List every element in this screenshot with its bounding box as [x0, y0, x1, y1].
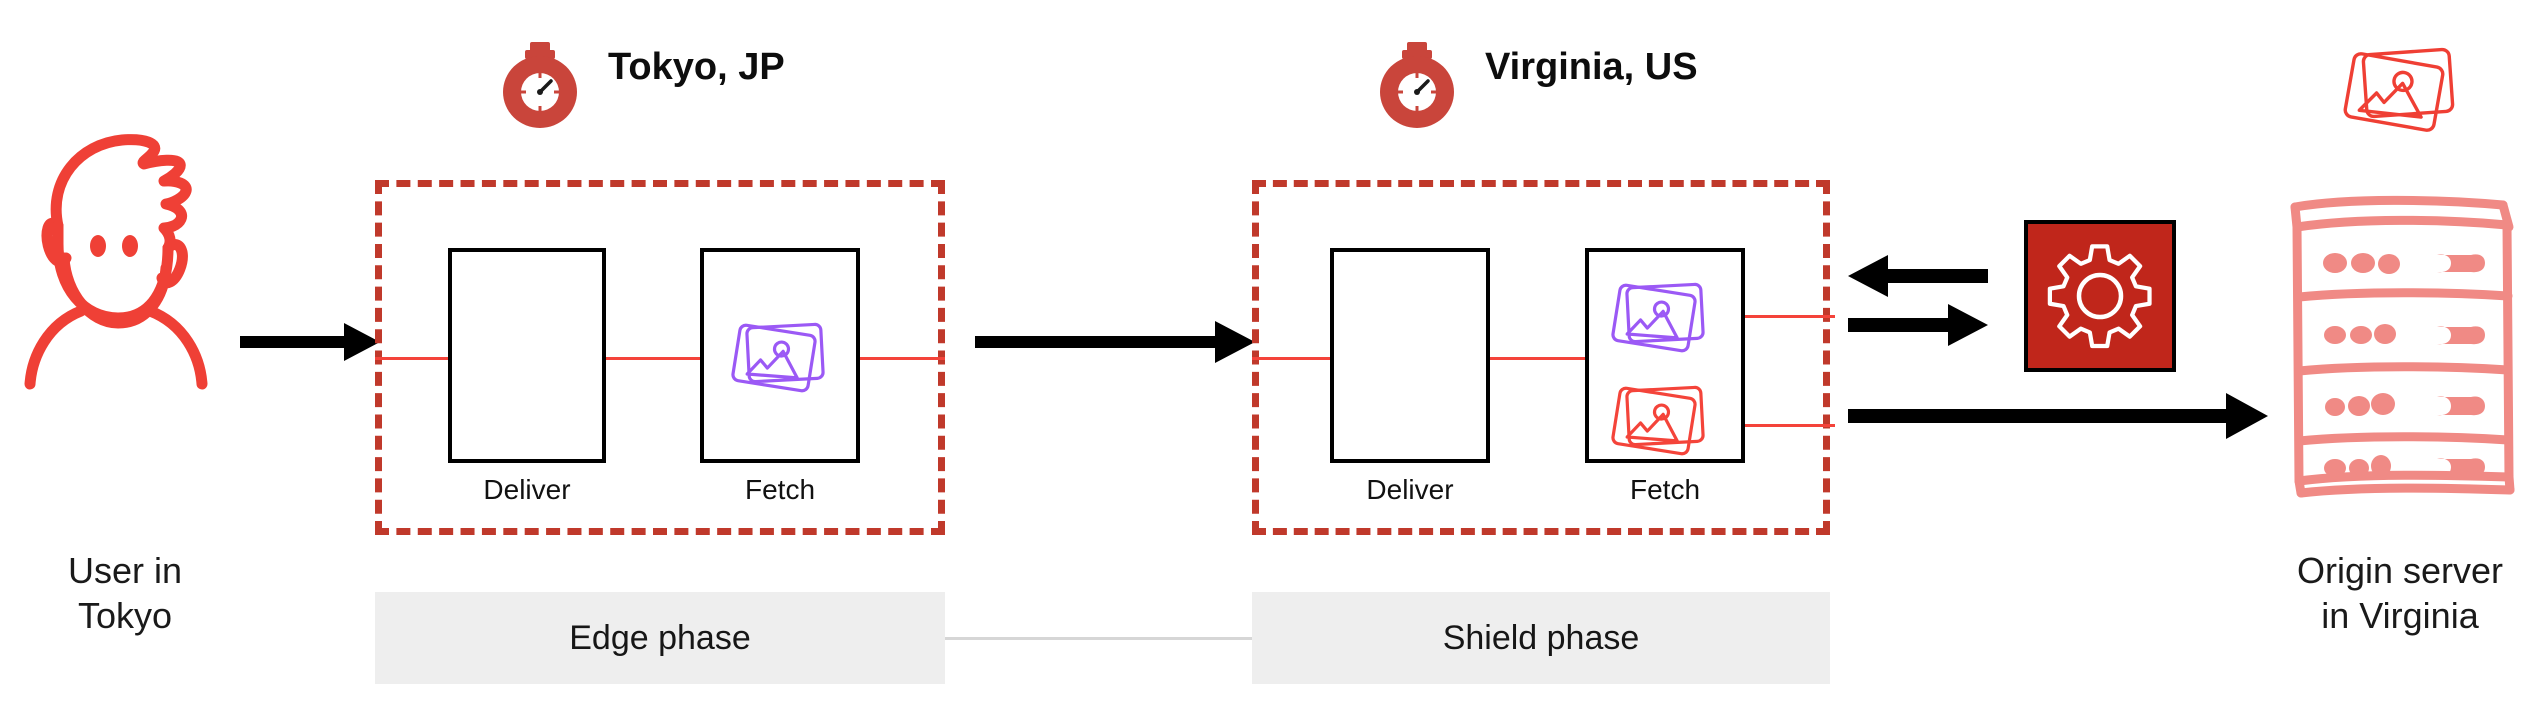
phase-bar-shield: Shield phase: [1252, 592, 1830, 684]
server-rack-icon: [2287, 185, 2519, 503]
wire-virginia-out-upper: [1745, 315, 1835, 318]
node-box-tokyo-deliver: [448, 248, 606, 463]
node-label-tokyo-fetch: Fetch: [744, 474, 816, 505]
image-stack-icon-red: [1608, 375, 1712, 467]
phase-label-edge: Edge phase: [569, 618, 751, 657]
wire-virginia-in: [1252, 357, 1332, 360]
phase-bar-edge: Edge phase: [375, 592, 945, 684]
image-stack-icon-purple: [728, 312, 832, 404]
region-title-virginia: Virginia, US: [1485, 46, 1698, 88]
phase-connector: [945, 637, 1252, 640]
wire-virginia-out-lower: [1745, 424, 1835, 427]
user-caption: User in Tokyo: [67, 550, 183, 636]
stopwatch-icon: [1374, 42, 1460, 128]
arrow-optimizer-in: [1848, 302, 1988, 348]
wire-virginia-mid: [1490, 357, 1585, 360]
image-stack-icon-purple: [1608, 272, 1712, 364]
arrow-user-to-edge: [240, 317, 380, 367]
user-avatar-icon: [18, 118, 238, 390]
arrow-edge-to-shield: [975, 317, 1255, 367]
stopwatch-icon: [497, 42, 583, 128]
wire-tokyo-out: [860, 357, 945, 360]
node-label-tokyo-deliver: Deliver: [483, 474, 571, 505]
image-optimizer-node[interactable]: [2024, 220, 2176, 372]
phase-label-shield: Shield phase: [1442, 618, 1640, 657]
arrow-optimizer-out: [1848, 253, 1988, 299]
diagram-canvas: User in Tokyo Tokyo, JP Deliver Fetch Vi…: [0, 0, 2530, 726]
node-label-virginia-deliver: Deliver: [1366, 474, 1454, 505]
node-box-virginia-deliver: [1330, 248, 1490, 463]
wire-tokyo-mid: [605, 357, 700, 360]
node-label-virginia-fetch: Fetch: [1629, 474, 1701, 505]
image-stack-icon-red: [2339, 38, 2475, 148]
region-title-tokyo: Tokyo, JP: [608, 46, 785, 88]
origin-caption: Origin server in Virginia: [2296, 550, 2504, 636]
wire-tokyo-in: [375, 357, 450, 360]
gear-icon: [2047, 244, 2152, 349]
arrow-shield-to-origin: [1848, 390, 2268, 442]
